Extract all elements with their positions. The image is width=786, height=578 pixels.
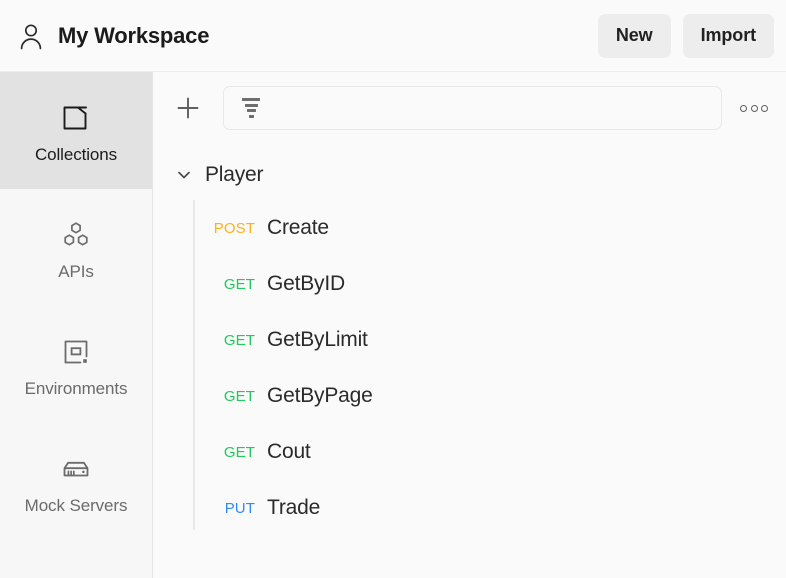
request-method: GET (223, 443, 255, 461)
plus-icon[interactable] (171, 91, 205, 125)
chevron-down-icon[interactable] (171, 165, 197, 185)
list-item[interactable]: GET GetByID (195, 256, 786, 312)
sidebar-item-collections[interactable]: Collections (0, 72, 152, 189)
folder-name: Player (205, 163, 264, 186)
apis-icon (59, 214, 93, 256)
tree-children: POST Create GET GetByID GET GetByLimit G… (153, 200, 786, 536)
list-item[interactable]: GET Cout (195, 424, 786, 480)
request-method: GET (223, 331, 255, 349)
list-item[interactable]: PUT Trade (195, 480, 786, 536)
sidebar-item-environments[interactable]: Environments (0, 306, 152, 423)
request-method: GET (223, 387, 255, 405)
list-item[interactable]: GET GetByLimit (195, 312, 786, 368)
import-button[interactable]: Import (682, 13, 774, 58)
app-header: My Workspace New Import (0, 0, 786, 72)
list-item[interactable]: GET GetByPage (195, 368, 786, 424)
filter-icon (240, 97, 262, 119)
mock-servers-icon (59, 448, 93, 490)
workspace-title: My Workspace (58, 22, 210, 48)
request-name: Create (267, 216, 329, 239)
collections-panel: Player POST Create GET GetByID GET GetBy… (153, 72, 786, 578)
list-item[interactable]: POST Create (195, 200, 786, 256)
collections-icon (59, 97, 93, 139)
ellipsis-icon[interactable] (736, 93, 772, 123)
request-name: Trade (267, 496, 321, 519)
user-icon (16, 21, 46, 51)
request-method: POST (213, 219, 255, 237)
collection-tree: Player POST Create GET GetByID GET GetBy… (153, 144, 786, 578)
request-name: GetByLimit (267, 328, 368, 351)
left-sidebar: Collections APIs Environments Mock Serve… (0, 72, 153, 578)
new-button[interactable]: New (597, 13, 671, 58)
environments-icon (59, 331, 93, 373)
sidebar-item-label: Mock Servers (24, 495, 128, 515)
search-input[interactable] (272, 98, 709, 118)
request-method: GET (223, 275, 255, 293)
search-filter-box[interactable] (223, 86, 722, 130)
sidebar-item-label: Collections (34, 144, 118, 164)
sidebar-item-label: APIs (58, 261, 94, 281)
collections-toolbar (153, 72, 786, 144)
request-name: Cout (267, 440, 311, 463)
tree-folder-player[interactable]: Player (153, 150, 786, 200)
sidebar-item-label: Environments (24, 378, 128, 398)
request-method: PUT (224, 499, 255, 517)
request-name: GetByPage (267, 384, 373, 407)
sidebar-item-mock-servers[interactable]: Mock Servers (0, 423, 152, 540)
app-window: My Workspace New Import Collections APIs… (0, 0, 786, 578)
sidebar-item-apis[interactable]: APIs (0, 189, 152, 306)
app-body: Collections APIs Environments Mock Serve… (0, 72, 786, 578)
request-name: GetByID (267, 272, 345, 295)
